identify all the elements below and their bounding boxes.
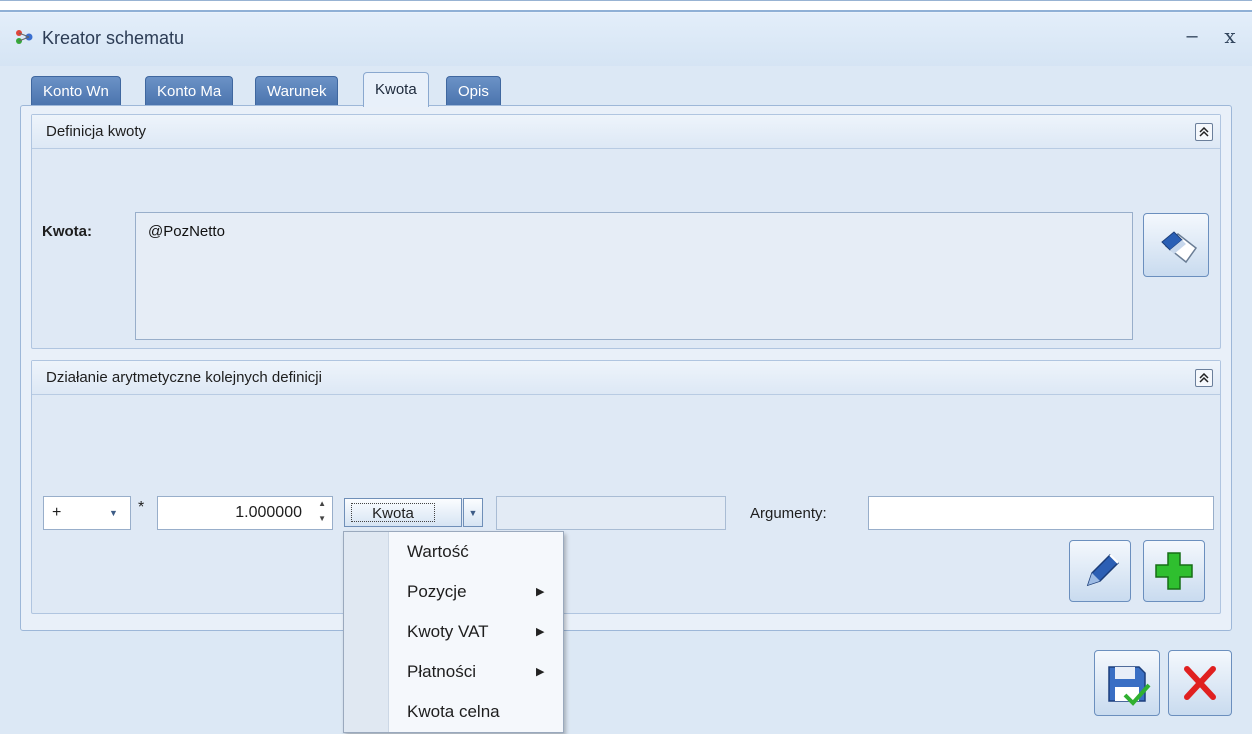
kwota-label: Kwota:: [42, 223, 92, 240]
definicja-kwoty-header: Definicja kwoty: [32, 115, 1220, 149]
eraser-icon: [1161, 231, 1198, 264]
edit-definition-button[interactable]: [1069, 540, 1131, 602]
cancel-button[interactable]: [1168, 650, 1232, 716]
kwota-expression-field[interactable]: @PozNetto: [135, 212, 1133, 340]
title-divider: [0, 10, 1252, 12]
cancel-x-icon: [1184, 666, 1216, 700]
collapse-up-icon[interactable]: [1195, 369, 1213, 387]
kwota-type-value: Kwota: [351, 503, 435, 522]
dzialanie-group: Działanie arytmetyczne kolejnych definic…: [31, 360, 1221, 614]
tab-konto-wn[interactable]: Konto Wn: [31, 76, 121, 106]
multiplier-value: 1.000000: [235, 504, 302, 521]
menu-item-kwota-celna[interactable]: Kwota celna: [344, 694, 563, 734]
menu-item-label: Wartość: [407, 542, 469, 561]
kwota-type-combo[interactable]: Kwota: [344, 498, 462, 527]
plus-icon: [1155, 552, 1193, 590]
menu-item-pozycje[interactable]: Pozycje ▶: [344, 574, 563, 614]
spin-up-icon[interactable]: ▲: [318, 499, 326, 508]
argument-detail-field: [496, 496, 726, 530]
menu-item-label: Kwoty VAT: [407, 622, 489, 641]
menu-item-platnosci[interactable]: Płatności ▶: [344, 654, 563, 694]
menu-item-kwoty-vat[interactable]: Kwoty VAT ▶: [344, 614, 563, 654]
add-definition-button[interactable]: [1143, 540, 1205, 602]
dzialanie-header: Działanie arytmetyczne kolejnych definic…: [32, 361, 1220, 395]
argumenty-label: Argumenty:: [750, 505, 827, 522]
chevron-down-icon: ▼: [109, 508, 118, 518]
tab-kwota[interactable]: Kwota: [363, 72, 429, 107]
multiply-symbol: *: [138, 499, 145, 516]
menu-item-label: Płatności: [407, 662, 476, 681]
multiplier-stepper[interactable]: 1.000000 ▲ ▼: [157, 496, 333, 530]
operator-value: +: [52, 504, 62, 521]
kwota-type-dropdown-button[interactable]: ▼: [463, 498, 483, 527]
app-logo-icon: [16, 30, 33, 44]
clear-expression-button[interactable]: [1143, 213, 1209, 277]
submenu-arrow-icon: ▶: [536, 586, 545, 598]
argumenty-field[interactable]: [868, 496, 1214, 530]
kwota-type-menu: Wartość Pozycje ▶ Kwoty VAT ▶ Płatności …: [343, 531, 564, 733]
minimize-button[interactable]: –: [1179, 24, 1205, 48]
definicja-kwoty-title: Definicja kwoty: [46, 123, 147, 140]
menu-item-label: Pozycje: [407, 582, 467, 601]
operator-combo[interactable]: + ▼: [43, 496, 131, 530]
spin-down-icon[interactable]: ▼: [318, 514, 326, 523]
pencil-icon: [1086, 553, 1120, 587]
tab-content-panel: Definicja kwoty Kwota: @PozNetto Działan…: [20, 105, 1232, 631]
collapse-up-icon[interactable]: [1195, 123, 1213, 141]
submenu-arrow-icon: ▶: [536, 626, 545, 638]
save-button[interactable]: [1094, 650, 1160, 716]
submenu-arrow-icon: ▶: [536, 666, 545, 678]
close-button[interactable]: x: [1217, 24, 1243, 48]
window-title: Kreator schematu: [42, 28, 185, 48]
save-icon: [1108, 666, 1151, 706]
tab-opis[interactable]: Opis: [446, 76, 501, 106]
tab-warunek[interactable]: Warunek: [255, 76, 339, 106]
menu-item-label: Kwota celna: [407, 702, 500, 721]
menu-item-wartosc[interactable]: Wartość: [344, 534, 563, 574]
dzialanie-title: Działanie arytmetyczne kolejnych definic…: [46, 369, 322, 386]
definicja-kwoty-group: Definicja kwoty Kwota: @PozNetto: [31, 114, 1221, 349]
chevron-down-icon: ▼: [468, 508, 478, 518]
tab-konto-ma[interactable]: Konto Ma: [145, 76, 234, 106]
